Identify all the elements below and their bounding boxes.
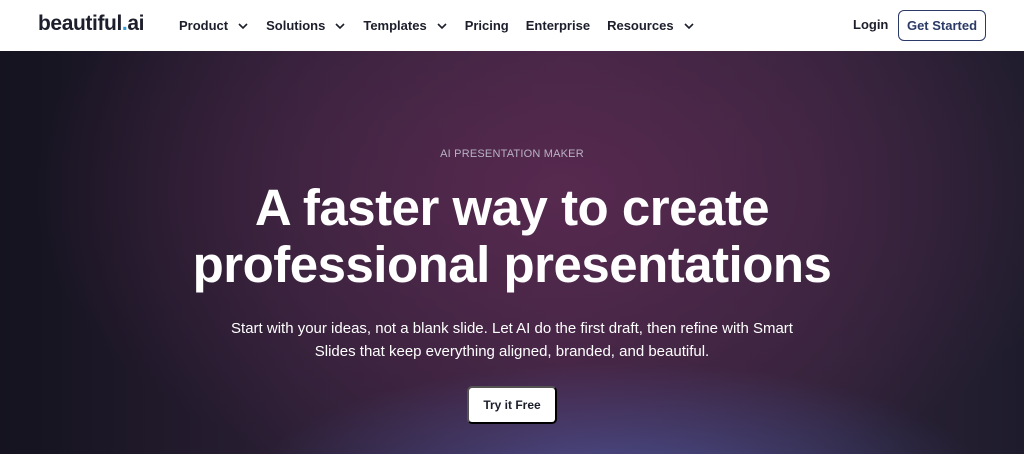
hero-headline: A faster way to create professional pres… [0,179,1024,293]
logo-text-main: beautiful [38,12,122,35]
try-it-free-button[interactable]: Try it Free [467,386,557,424]
hero-section: AI PRESENTATION MAKER A faster way to cr… [0,51,1024,454]
nav-item-label: Solutions [266,18,326,33]
hero-headline-line1: A faster way to create [254,179,770,236]
top-navbar: beautiful.ai Product Solutions Templates… [0,0,1024,51]
nav-item-resources[interactable]: Resources [607,18,694,33]
nav-item-label: Resources [607,18,674,33]
get-started-button[interactable]: Get Started [898,10,986,41]
nav-item-solutions[interactable]: Solutions [266,18,346,33]
nav-item-label: Product [179,18,229,33]
nav-item-label: Enterprise [525,18,591,33]
nav-item-enterprise[interactable]: Enterprise [526,18,590,33]
nav-item-templates[interactable]: Templates [363,18,447,33]
logo-text-tld: ai [127,12,145,35]
chevron-down-icon [436,20,448,32]
nav-item-label: Templates [363,18,427,33]
hero-subtext: Start with your ideas, not a blank slide… [212,317,812,363]
chevron-down-icon [237,20,249,32]
nav-item-label: Pricing [464,18,509,33]
main-nav: Product Solutions Templates Pricing Ente… [179,0,712,51]
hero-subtext-line1: Start with your ideas, not a blank slide… [231,320,793,337]
chevron-down-icon [334,20,346,32]
nav-item-pricing[interactable]: Pricing [465,18,509,33]
nav-item-product[interactable]: Product [179,18,249,33]
hero-eyebrow: AI PRESENTATION MAKER [440,148,584,160]
chevron-down-icon [683,20,695,32]
login-link[interactable]: Login [853,17,888,32]
logo[interactable]: beautiful.ai [38,12,144,36]
hero-subtext-line2: Slides that keep everything aligned, bra… [314,343,710,360]
hero-headline-line2: professional presentations [192,236,832,293]
